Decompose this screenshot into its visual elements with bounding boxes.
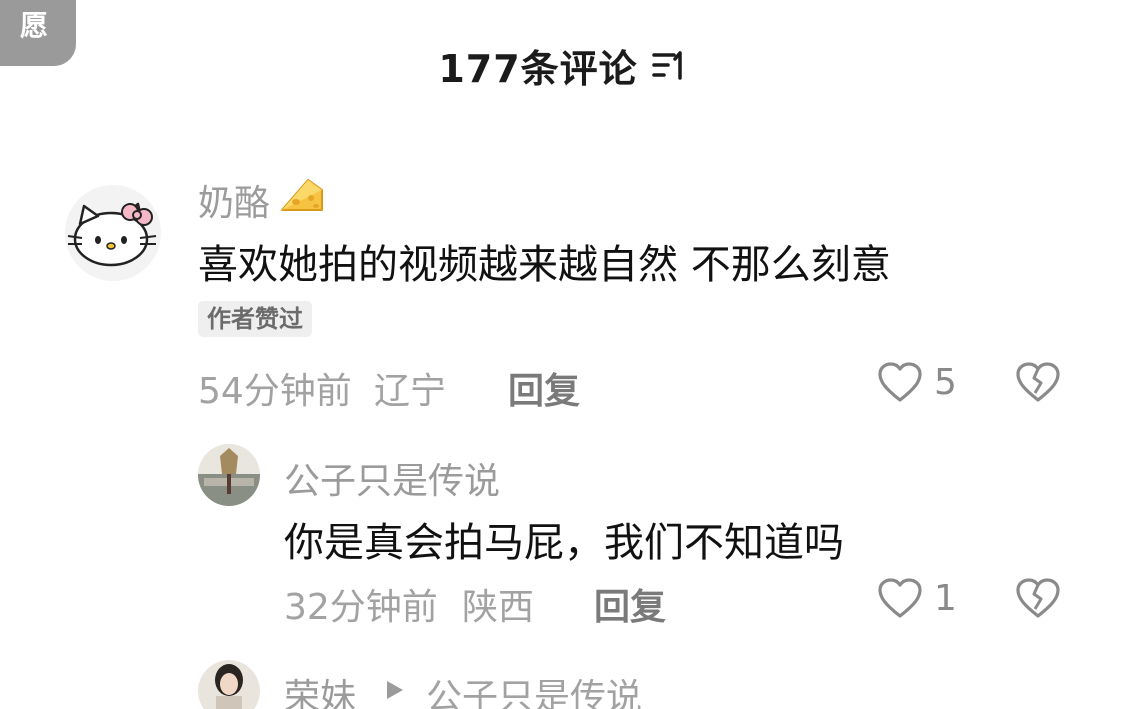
reply-time: 32分钟前 (284, 587, 438, 628)
broken-heart-icon[interactable] (1014, 576, 1062, 620)
like-count: 5 (934, 362, 957, 403)
reply-button[interactable]: 回复 (594, 578, 666, 630)
comments-header: 177条评论 (0, 38, 1124, 93)
reply-username[interactable]: 公子只是传说 (284, 452, 500, 504)
like-heart-icon[interactable] (876, 576, 924, 620)
like-count: 1 (934, 578, 957, 619)
reply-location: 陕西 (462, 587, 535, 628)
reply-button[interactable]: 回复 (508, 362, 580, 414)
reply-target-username[interactable]: 公子只是传说 (426, 668, 642, 709)
reply-arrow-icon (387, 681, 403, 699)
comment-text: 喜欢她拍的视频越来越自然 不那么刻意 (198, 242, 891, 288)
avatar-reply-user[interactable] (198, 444, 260, 506)
sort-icon[interactable] (650, 48, 686, 84)
broken-heart-icon[interactable] (1014, 360, 1062, 404)
comment-count-title: 177条评论 (438, 47, 638, 91)
comments-panel: 愿 177条评论 奶酪 喜欢她拍的视频越来越自然 不那么刻意 作者赞过 54分钟… (0, 0, 1124, 709)
cheese-icon (281, 179, 323, 211)
comment-location: 辽宁 (374, 371, 447, 412)
author-liked-tag: 作者赞过 (198, 301, 312, 337)
comment-time: 54分钟前 (198, 371, 352, 412)
avatar-hello-kitty[interactable] (64, 184, 162, 282)
avatar-reply-user[interactable] (198, 660, 260, 709)
like-heart-icon[interactable] (876, 360, 924, 404)
comment-username[interactable]: 奶酪 (198, 174, 270, 226)
reply-username[interactable]: 荣妹 (284, 668, 356, 709)
reply-text: 你是真会拍马屁，我们不知道吗 (284, 520, 844, 566)
